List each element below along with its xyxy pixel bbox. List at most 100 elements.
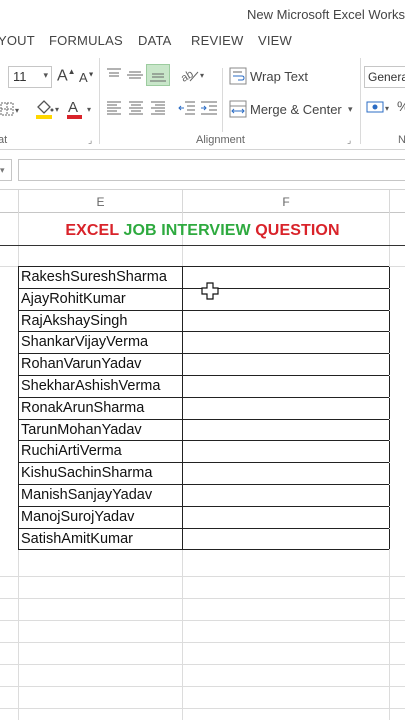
cell-name[interactable]: ShankarVijayVerma <box>19 332 183 354</box>
tab-formulas[interactable]: FORMULAS <box>49 33 123 48</box>
align-left-icon[interactable] <box>106 100 122 118</box>
cell-name[interactable]: TarunMohanYadav <box>19 419 183 441</box>
number-group-label: N <box>398 134 405 146</box>
tab-review[interactable]: REVIEW <box>191 33 243 48</box>
gridline <box>0 598 405 599</box>
gridline <box>0 642 405 643</box>
table-row: TarunMohanYadav <box>19 419 390 442</box>
column-header-f[interactable]: F <box>182 190 389 213</box>
cell-name[interactable]: KishuSachinSharma <box>19 463 183 484</box>
cell-empty[interactable] <box>183 484 390 506</box>
cell-name[interactable]: SatishAmitKumar <box>19 528 183 550</box>
cell-empty[interactable] <box>183 463 390 484</box>
align-center-icon[interactable] <box>128 100 144 118</box>
align-middle-icon[interactable] <box>126 67 144 85</box>
table-row: KishuSachinSharma <box>19 463 390 485</box>
cell-empty[interactable] <box>183 419 390 441</box>
gridline <box>0 620 405 621</box>
accounting-format-icon[interactable]: ▾ <box>366 99 394 119</box>
cell-name[interactable]: RonakArunSharma <box>19 397 183 419</box>
decrease-indent-icon[interactable] <box>178 100 196 118</box>
percent-icon[interactable]: % <box>397 99 405 113</box>
sheet-heading[interactable]: EXCEL JOB INTERVIEW QUESTION <box>0 222 405 240</box>
table-row: RonakArunSharma <box>19 397 390 420</box>
cell-name[interactable]: RakeshSureshSharma <box>19 267 183 288</box>
name-box[interactable]: ▾ <box>0 159 12 181</box>
heading-job: JOB <box>123 222 162 239</box>
dialog-launcher-icon[interactable]: ⌟ <box>347 135 351 146</box>
gridline <box>389 266 405 267</box>
svg-text:▾: ▾ <box>385 104 389 113</box>
ribbon-tabs: YOUT FORMULAS DATA REVIEW VIEW <box>0 28 405 54</box>
cell-name[interactable]: AjayRohitKumar <box>19 288 183 310</box>
table-row: SatishAmitKumar <box>19 528 390 551</box>
cell-cursor-icon <box>201 282 219 305</box>
heading-interview: INTERVIEW <box>161 222 256 239</box>
cell-empty[interactable] <box>183 354 390 375</box>
svg-text:▾: ▾ <box>87 105 91 114</box>
table-row: RuchiArtiVerma <box>19 441 390 464</box>
wrap-text-icon[interactable] <box>229 67 247 87</box>
decrease-font-size-icon[interactable]: A▼ <box>79 71 95 84</box>
cell-name[interactable]: RuchiArtiVerma <box>19 441 183 463</box>
worksheet[interactable]: EXCEL JOB INTERVIEW QUESTION RakeshSures… <box>0 213 405 720</box>
align-right-icon[interactable] <box>150 100 166 118</box>
increase-indent-icon[interactable] <box>200 100 218 118</box>
svg-text:ab: ab <box>180 68 196 84</box>
cell-empty[interactable] <box>183 397 390 419</box>
chevron-down-icon[interactable]: ▾ <box>348 105 353 114</box>
column-header-g[interactable] <box>389 190 405 213</box>
table-row: ShankarVijayVerma <box>19 332 390 355</box>
group-separator <box>222 68 223 132</box>
group-separator <box>99 58 100 144</box>
tab-page-layout[interactable]: YOUT <box>0 33 35 48</box>
title-bar: New Microsoft Excel Works <box>0 0 405 28</box>
svg-text:A: A <box>68 99 78 116</box>
borders-icon[interactable]: ▾ <box>0 101 20 119</box>
group-separator <box>360 58 361 144</box>
heading-question: QUESTION <box>255 222 340 239</box>
chevron-down-icon: ▾ <box>0 165 5 175</box>
orientation-icon[interactable]: ab ▾ <box>179 66 208 86</box>
wrap-text-button[interactable]: Wrap Text <box>250 69 308 84</box>
increase-font-size-icon[interactable]: A▲ <box>57 68 76 84</box>
cell-empty[interactable] <box>183 506 390 528</box>
cell-name[interactable]: RohanVarunYadav <box>19 354 183 375</box>
align-bottom-icon[interactable] <box>146 64 170 86</box>
gridline <box>0 664 405 665</box>
heading-excel: EXCEL <box>65 222 124 239</box>
svg-text:▾: ▾ <box>200 71 204 80</box>
number-format-value: Genera <box>368 70 405 84</box>
font-color-icon[interactable]: A ▾ <box>66 98 94 122</box>
cell-name[interactable]: ShekharAshishVerma <box>19 375 183 397</box>
window-title: New Microsoft Excel Works <box>247 7 405 22</box>
font-size-value: 11 <box>13 69 27 84</box>
tab-data[interactable]: DATA <box>138 33 172 48</box>
cell-name[interactable]: ManojSurojYadav <box>19 506 183 528</box>
fill-color-icon[interactable]: ▾ <box>34 98 62 122</box>
table-row: RajAkshaySingh <box>19 310 390 333</box>
cell-empty[interactable] <box>183 310 390 332</box>
tab-view[interactable]: VIEW <box>258 33 292 48</box>
align-top-icon[interactable] <box>106 67 122 85</box>
formula-input[interactable] <box>18 159 405 181</box>
cell-empty[interactable] <box>183 332 390 354</box>
cell-empty[interactable] <box>183 375 390 397</box>
formula-bar: ▾ <box>0 150 405 190</box>
heading-border <box>0 245 405 246</box>
cell-empty[interactable] <box>183 441 390 463</box>
cell-name[interactable]: ManishSanjayYadav <box>19 484 183 506</box>
ribbon: 11 ▾ A▲ A▼ ▾ ▾ A ▾ at ⌟ ab ▾ Wrap Text M… <box>0 54 405 150</box>
merge-center-button[interactable]: Merge & Center <box>250 102 342 117</box>
font-size-select[interactable]: 11 ▾ <box>8 66 52 88</box>
font-group-label: at <box>0 134 8 146</box>
table-row: ManishSanjayYadav <box>19 484 390 507</box>
cell-empty[interactable] <box>183 528 390 550</box>
table-row: ShekharAshishVerma <box>19 375 390 398</box>
merge-center-icon[interactable] <box>229 100 247 120</box>
cell-name[interactable]: RajAkshaySingh <box>19 310 183 332</box>
chevron-down-icon: ▾ <box>43 70 48 80</box>
dialog-launcher-icon[interactable]: ⌟ <box>88 135 92 146</box>
number-format-select[interactable]: Genera <box>364 66 405 88</box>
column-header-e[interactable]: E <box>18 190 182 213</box>
